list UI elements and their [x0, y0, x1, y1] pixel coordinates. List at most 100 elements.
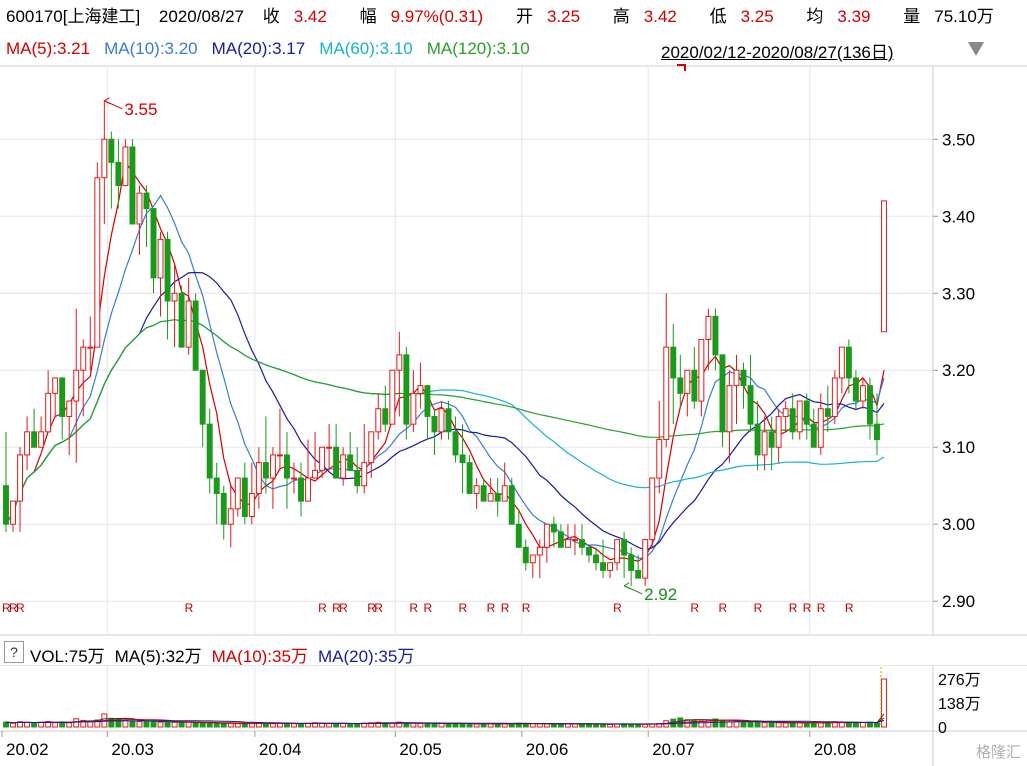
candle-body: [164, 238, 171, 302]
candle-body: [284, 454, 290, 479]
candle-body: [375, 408, 382, 433]
r-marker: R: [185, 601, 194, 615]
volume-bar: [494, 723, 501, 728]
volume-bar: [459, 723, 466, 728]
volume-bar: [241, 723, 248, 728]
candle-body: [333, 446, 340, 479]
candle-body: [494, 492, 501, 502]
candle-body: [192, 300, 199, 371]
price-tick-label: 3.40: [942, 207, 975, 226]
r-marker: R: [501, 601, 510, 615]
candle-body: [199, 369, 206, 425]
volume-legend-item: MA(20):35万: [317, 647, 415, 666]
candle-body: [66, 400, 73, 417]
volume-bar: [782, 722, 789, 728]
volume-bar: [66, 722, 73, 728]
candle-body: [726, 385, 733, 433]
volume-bar: [24, 721, 31, 728]
candle-body: [775, 415, 782, 448]
volume-bar: [874, 722, 880, 728]
volume-bar: [600, 723, 606, 728]
candle-body: [150, 208, 157, 279]
candle-body: [824, 408, 831, 417]
help-icon[interactable]: ?: [4, 641, 24, 663]
candle-body: [3, 485, 9, 525]
candle-body: [866, 385, 873, 425]
candle-body: [347, 454, 354, 471]
candle-body: [234, 477, 241, 510]
candle-body: [635, 569, 642, 579]
candle-body: [312, 469, 319, 479]
volume-bar: [571, 723, 578, 728]
price-chart: 3.503.403.303.203.103.002.903.552.92RRR R…: [0, 64, 1027, 636]
candle-body: [642, 539, 649, 579]
price-tick-label: 3.50: [942, 130, 975, 149]
candle-body: [115, 161, 122, 186]
candle-body: [733, 369, 740, 387]
volume-bar: [31, 722, 38, 728]
volume-bar: [410, 722, 417, 728]
price-tick-label: 3.10: [942, 438, 975, 457]
candle-body: [614, 539, 621, 564]
candle-body: [417, 385, 424, 394]
r-marker: R: [789, 601, 798, 615]
volume-bar: [754, 721, 761, 728]
price-tick-label: 3.20: [942, 361, 975, 380]
candle-body: [705, 315, 712, 340]
candle-body: [782, 408, 789, 417]
r-marker: R: [459, 601, 468, 615]
candle-body: [319, 446, 326, 471]
volume-bar: [543, 723, 550, 728]
candle-body: [255, 462, 262, 494]
volume-bar: [298, 723, 304, 728]
candle-body: [129, 146, 136, 225]
volume-bar: [859, 721, 866, 728]
candle-body: [564, 539, 571, 548]
candle-body: [213, 477, 220, 494]
candle-body: [859, 385, 866, 402]
candle-body: [73, 369, 80, 402]
volume-bar: [227, 722, 234, 728]
volume-bar: [817, 722, 824, 728]
x-tick-label: 20.04: [259, 740, 302, 759]
volume-bar: [10, 722, 16, 728]
extreme-value-annotation: 3.55: [124, 100, 157, 119]
x-tick-label: 20.08: [814, 740, 857, 759]
annotation-arrowhead: [104, 97, 110, 102]
r-marker: R: [16, 601, 25, 615]
watermark-logo: 格隆汇: [975, 744, 1021, 761]
volume-bar: [143, 721, 150, 728]
volume-bar: [431, 723, 438, 728]
candle-body: [586, 546, 592, 556]
candle-body: [740, 369, 747, 387]
r-marker: R: [522, 601, 531, 615]
candle-body: [557, 531, 564, 548]
r-marker: R: [318, 601, 327, 615]
candle-body: [340, 454, 347, 479]
candle-body: [17, 454, 24, 502]
r-marker: R: [409, 601, 418, 615]
r-marker: R: [845, 601, 854, 615]
candle-body: [410, 392, 417, 425]
candle-body: [108, 138, 115, 163]
candle-body: [621, 539, 628, 556]
volume-bar: [726, 721, 733, 728]
volume-tick-label: 276万: [938, 672, 981, 689]
volume-chart: 276万 138万 0 20.02 20.03 20.04 20.05 20.06 20.07 2…: [0, 665, 1027, 766]
volume-bar: [466, 723, 473, 728]
candle-body: [593, 554, 599, 564]
candle-body: [368, 431, 375, 464]
volume-bar: [234, 723, 241, 728]
candle-body: [796, 400, 803, 433]
candle-body: [248, 492, 255, 518]
r-marker: R: [423, 601, 432, 615]
volume-bar: [206, 722, 213, 728]
ma-line-10: [5, 194, 885, 559]
candle-body: [838, 346, 845, 379]
candle-body: [431, 415, 438, 433]
volume-bar: [73, 718, 80, 728]
volume-bar: [354, 723, 361, 728]
candle-body: [663, 346, 670, 441]
candle-body: [536, 546, 543, 556]
volume-bar: [881, 678, 887, 728]
